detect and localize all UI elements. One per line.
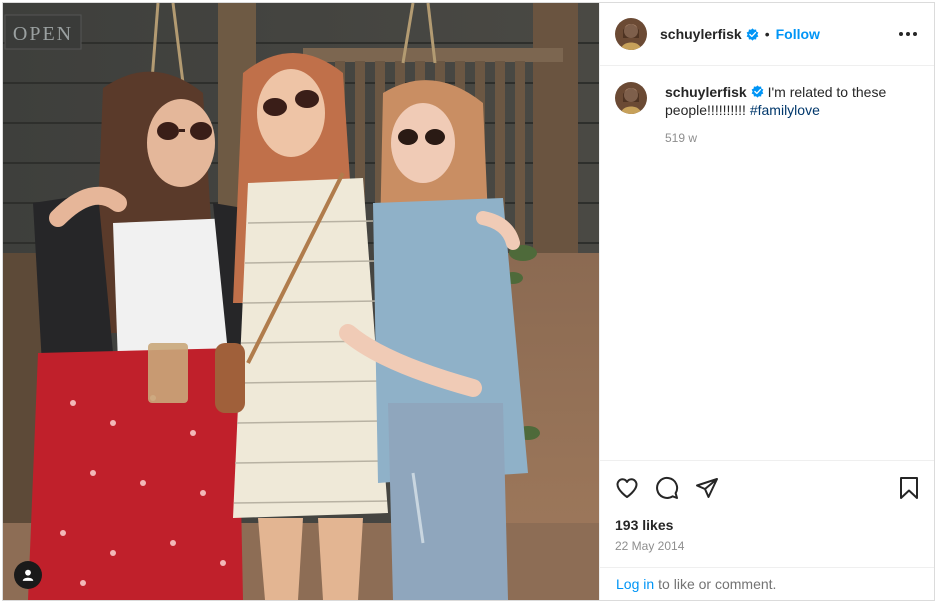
caption-username[interactable]: schuylerfisk: [665, 84, 747, 100]
verified-badge-icon: [751, 85, 764, 98]
share-button[interactable]: [694, 475, 720, 501]
header-username[interactable]: schuylerfisk: [660, 26, 742, 42]
post-header: schuylerfisk • Follow: [600, 3, 934, 66]
avatar-image: [615, 82, 647, 114]
post-footer: 193 likes 22 May 2014 Log in to like or …: [600, 460, 934, 600]
avatar-image: [615, 18, 647, 50]
open-sign-text: OPEN: [13, 23, 73, 45]
user-icon: [22, 569, 34, 581]
more-options-button[interactable]: [896, 22, 920, 46]
action-bar: [600, 461, 934, 514]
caption-text-block: schuylerfisk I'm related to these people…: [665, 82, 919, 119]
post-date[interactable]: 22 May 2014: [600, 536, 934, 556]
photo-illustration: OPEN: [3, 3, 599, 600]
like-button[interactable]: [614, 475, 640, 501]
login-prompt: Log in to like or comment.: [600, 567, 934, 600]
like-count[interactable]: 193 likes: [600, 514, 934, 536]
verified-badge-icon: [746, 27, 759, 41]
post-photo[interactable]: OPEN: [3, 3, 599, 600]
instagram-post: OPEN schuylerfisk • Follow schuylerfisk …: [2, 2, 935, 601]
comment-button[interactable]: [654, 475, 680, 501]
heart-icon: [616, 477, 638, 498]
header-separator: •: [764, 26, 770, 42]
caption-timestamp[interactable]: 519 w: [665, 131, 919, 145]
comment-icon: [656, 476, 679, 499]
bookmark-icon: [900, 476, 918, 499]
login-link[interactable]: Log in: [616, 576, 654, 592]
caption-body: schuylerfisk I'm related to these people…: [665, 82, 919, 145]
post-side-panel: schuylerfisk • Follow schuylerfisk I'm r…: [599, 3, 934, 600]
comments-area: schuylerfisk I'm related to these people…: [600, 66, 934, 460]
more-options-icon: [899, 32, 917, 36]
follow-button[interactable]: Follow: [776, 26, 820, 42]
share-icon: [696, 477, 718, 498]
caption-avatar[interactable]: [615, 82, 647, 114]
save-button[interactable]: [896, 475, 922, 501]
avatar[interactable]: [615, 18, 647, 50]
tagged-users-button[interactable]: [14, 561, 42, 589]
caption: schuylerfisk I'm related to these people…: [615, 82, 919, 145]
login-prompt-text: to like or comment.: [658, 576, 777, 592]
caption-hashtag[interactable]: #familylove: [750, 102, 820, 118]
